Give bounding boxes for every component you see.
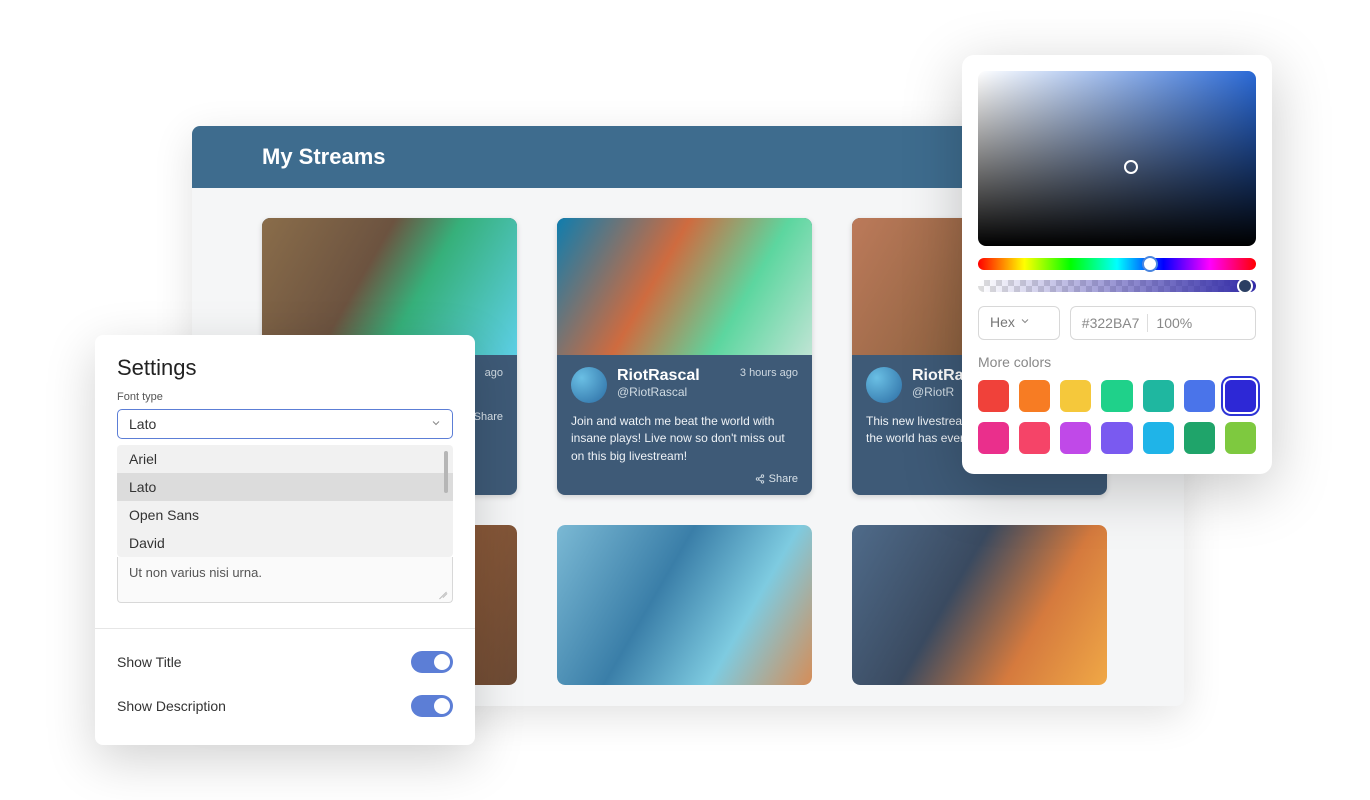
settings-panel: Settings Font type Lato Ariel Lato Open … [95, 335, 475, 745]
hex-value: #322BA7 [1082, 315, 1140, 331]
stream-thumbnail[interactable] [557, 218, 812, 355]
font-type-value: Lato [129, 416, 156, 432]
swatch-row-1 [978, 380, 1256, 412]
hex-input[interactable]: #322BA7 100% [1070, 306, 1256, 340]
share-label: Share [474, 411, 503, 423]
font-option-david[interactable]: David [117, 529, 453, 557]
font-type-label: Font type [117, 391, 453, 403]
font-option-lato[interactable]: Lato [117, 473, 453, 501]
alpha-handle[interactable] [1237, 278, 1253, 294]
color-swatch[interactable] [1101, 422, 1132, 454]
color-format-value: Hex [990, 314, 1015, 330]
color-picker-panel: Hex #322BA7 100% More colors [962, 55, 1272, 474]
saturation-field[interactable] [978, 71, 1256, 246]
color-swatch[interactable] [1225, 422, 1256, 454]
stream-card[interactable] [557, 525, 812, 685]
divider [95, 628, 475, 629]
share-label: Share [769, 473, 798, 485]
color-swatch[interactable] [1184, 422, 1215, 454]
show-description-label: Show Description [117, 698, 226, 714]
scrollbar[interactable] [444, 451, 448, 493]
settings-title: Settings [117, 355, 453, 381]
color-swatch-selected[interactable] [1225, 380, 1256, 412]
color-swatch[interactable] [1060, 422, 1091, 454]
font-option-open-sans[interactable]: Open Sans [117, 501, 453, 529]
stream-thumbnail[interactable] [557, 525, 812, 685]
saturation-handle[interactable] [1124, 160, 1138, 174]
stream-user-name: RiotRascal [617, 367, 700, 385]
avatar[interactable] [866, 367, 902, 403]
opacity-value: 100% [1156, 315, 1192, 331]
color-swatch[interactable] [1143, 380, 1174, 412]
color-swatch[interactable] [1184, 380, 1215, 412]
hue-handle[interactable] [1142, 256, 1158, 272]
color-swatch[interactable] [978, 422, 1009, 454]
avatar[interactable] [571, 367, 607, 403]
show-title-toggle[interactable] [411, 651, 453, 673]
show-description-toggle[interactable] [411, 695, 453, 717]
textarea-value: Ut non varius nisi urna. [129, 565, 262, 580]
color-swatch[interactable] [1060, 380, 1091, 412]
stream-card[interactable]: RiotRascal @RiotRascal 3 hours ago Join … [557, 218, 812, 495]
font-type-dropdown: Ariel Lato Open Sans David [117, 445, 453, 557]
color-swatch[interactable] [1143, 422, 1174, 454]
more-colors-label: More colors [978, 354, 1256, 370]
font-option-ariel[interactable]: Ariel [117, 445, 453, 473]
resize-grip-icon[interactable] [438, 588, 448, 598]
alpha-slider[interactable] [978, 280, 1256, 292]
stream-time: 3 hours ago [740, 367, 798, 379]
swatch-row-2 [978, 422, 1256, 454]
color-swatch[interactable] [1019, 380, 1050, 412]
stream-user-handle: @RiotRascal [617, 385, 700, 399]
show-title-label: Show Title [117, 654, 182, 670]
color-swatch[interactable] [978, 380, 1009, 412]
divider [1147, 314, 1148, 332]
color-swatch[interactable] [1101, 380, 1132, 412]
chevron-down-icon [1019, 314, 1031, 330]
color-swatch[interactable] [1019, 422, 1050, 454]
description-textarea[interactable]: Ut non varius nisi urna. [117, 557, 453, 603]
stream-card[interactable] [852, 525, 1107, 685]
stream-time: ago [485, 367, 503, 379]
color-format-select[interactable]: Hex [978, 306, 1060, 340]
share-button[interactable]: Share [571, 473, 798, 485]
stream-thumbnail[interactable] [852, 525, 1107, 685]
stream-description: Join and watch me beat the world with in… [571, 413, 798, 465]
hue-slider[interactable] [978, 258, 1256, 270]
font-type-select[interactable]: Lato [117, 409, 453, 439]
chevron-down-icon [430, 416, 442, 432]
